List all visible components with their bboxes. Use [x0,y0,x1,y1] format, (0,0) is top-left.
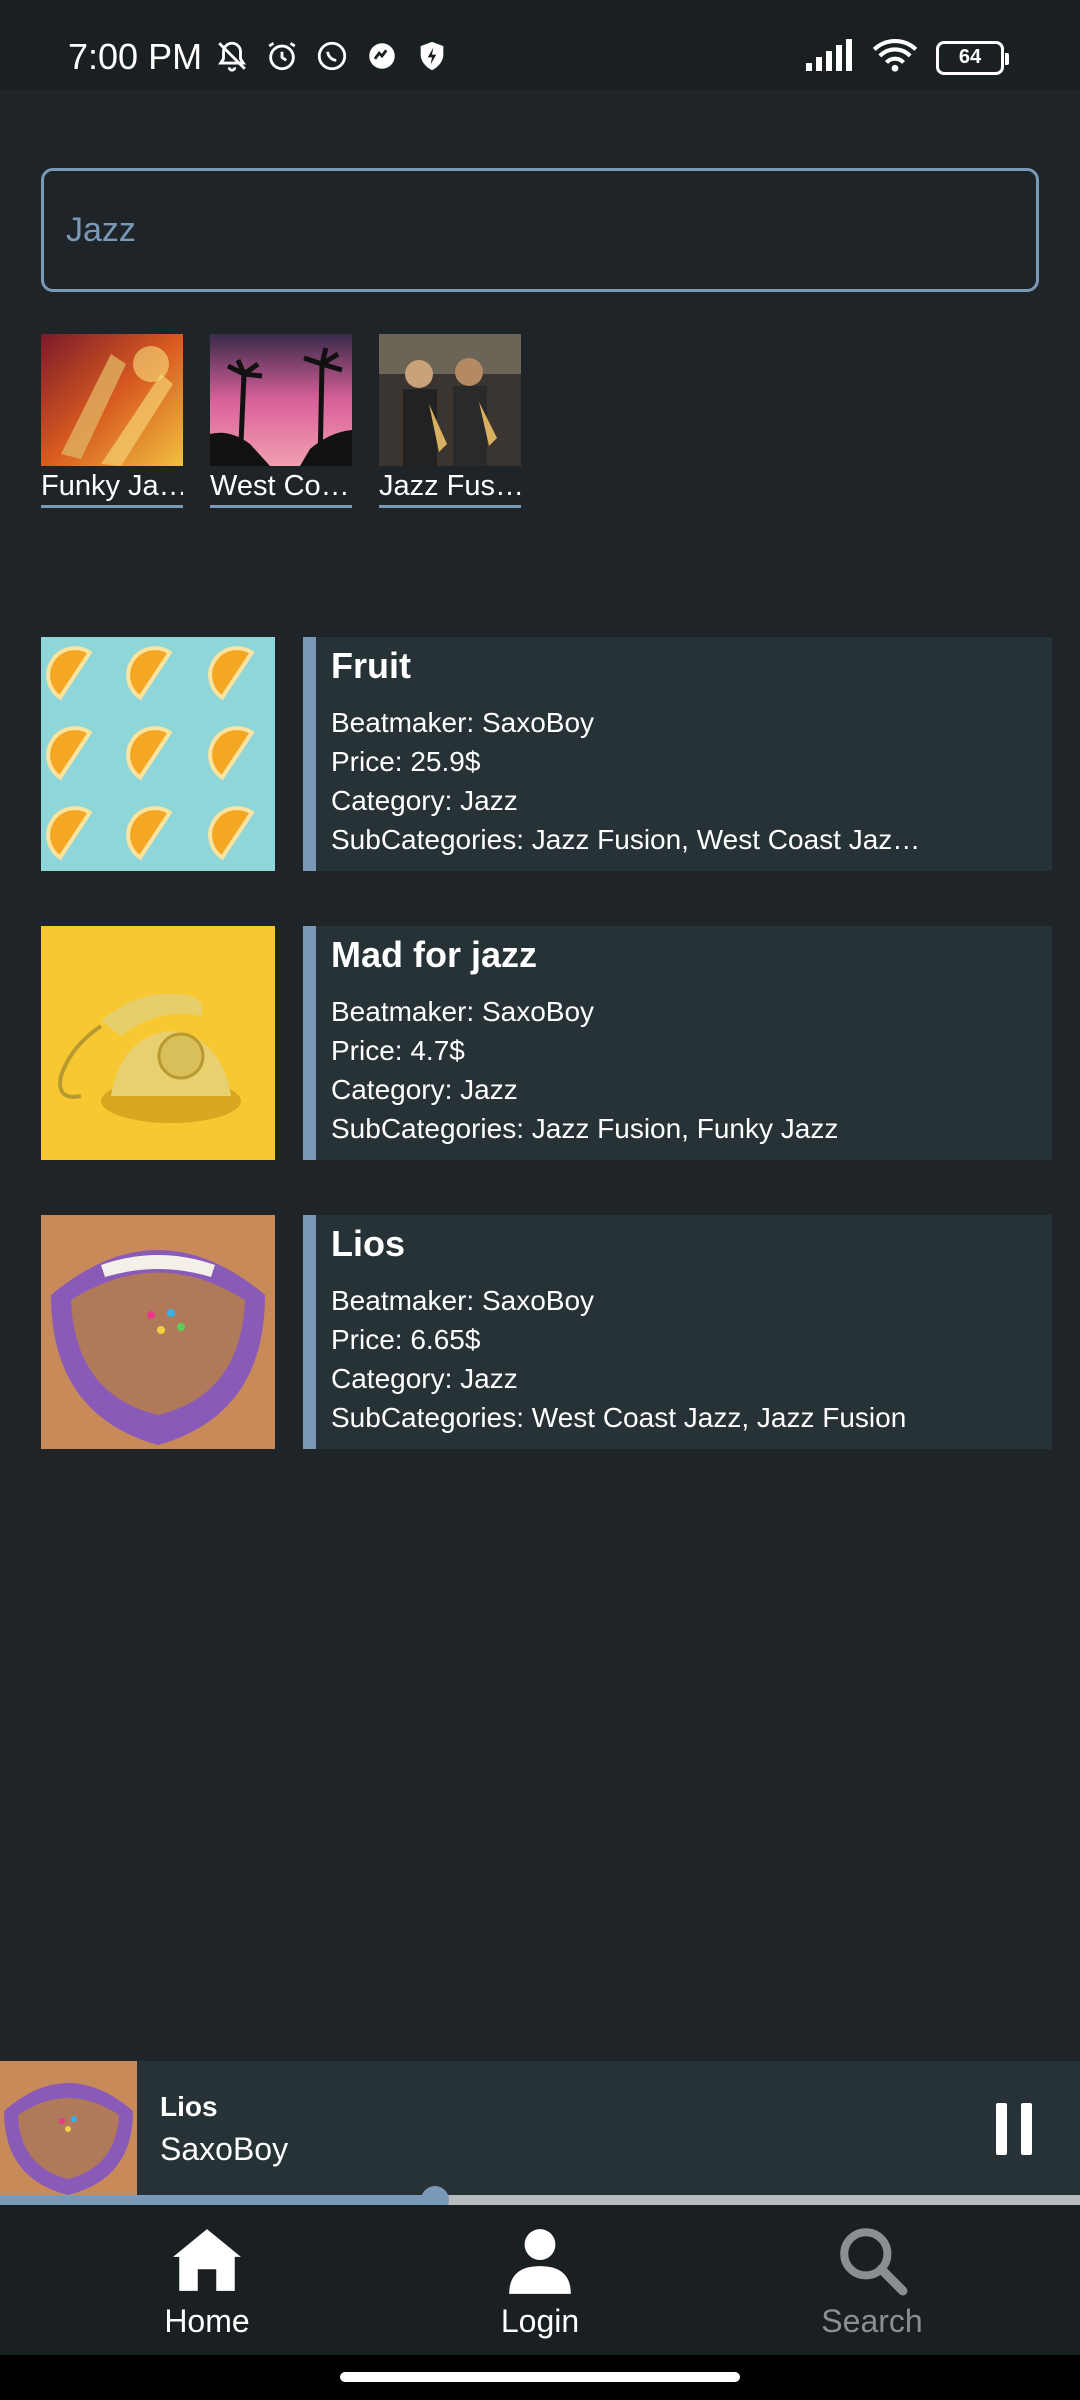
beat-card: Lios Beatmaker: SaxoBoy Price: 6.65$ Cat… [303,1215,1052,1449]
beat-item-fruit[interactable]: Fruit Beatmaker: SaxoBoy Price: 25.9$ Ca… [41,637,1052,871]
shield-bolt-icon [414,38,450,74]
progress-fill [0,2195,436,2205]
subcategory-chip-jazz-fusion[interactable]: Jazz Fus… [379,334,521,508]
search-box[interactable] [41,168,1039,292]
nav-login-label: Login [500,2303,580,2339]
beat-beatmaker: Beatmaker: SaxoBoy [331,996,595,1027]
subcategory-list: Funky Ja… West Co… Jazz Fus… [41,334,521,508]
status-bar: 7:00 PM 64 [0,0,1080,90]
player-track-title: Lios [160,2091,218,2122]
beat-category: Category: Jazz [331,1074,518,1105]
pause-icon [996,2103,1007,2155]
beat-price: Price: 6.65$ [331,1324,481,1355]
nav-search[interactable]: Search [772,2223,972,2343]
battery-indicator: 64 [936,40,1009,75]
home-icon [173,2229,241,2291]
beat-price: Price: 4.7$ [331,1035,465,1066]
player-artwork [0,2061,137,2196]
beat-artwork-fruit [41,637,275,871]
notification-icons [214,38,450,74]
signal-icon [806,39,854,76]
person-icon [509,2229,571,2294]
bottom-navigation: Home Login Search [0,2205,1080,2355]
nav-home[interactable]: Home [107,2223,307,2343]
beat-category: Category: Jazz [331,785,518,816]
beat-subcategories: SubCategories: Jazz Fusion, West Coast J… [331,824,921,855]
nav-home-label: Home [164,2303,250,2339]
beat-title: Lios [331,1223,406,1264]
subcategory-label: West Co… [210,470,350,502]
alarm-clock-icon [264,38,300,74]
beat-artwork-lios [41,1215,275,1449]
subcategory-label: Funky Ja… [41,470,183,502]
beat-beatmaker: Beatmaker: SaxoBoy [331,1285,595,1316]
gesture-handle[interactable] [340,2372,740,2382]
nav-search-label: Search [821,2303,923,2339]
subcategory-label: Jazz Fus… [379,470,521,502]
beat-price: Price: 25.9$ [331,746,481,777]
status-time: 7:00 PM [68,36,203,77]
beat-subcategories: SubCategories: West Coast Jazz, Jazz Fus… [331,1402,907,1433]
subcategory-image-jazz-fusion [379,334,521,466]
beat-card: Fruit Beatmaker: SaxoBoy Price: 25.9$ Ca… [303,637,1052,871]
beat-title: Mad for jazz [331,934,538,975]
messenger-icon [364,38,400,74]
beat-card: Mad for jazz Beatmaker: SaxoBoy Price: 4… [303,926,1052,1160]
player-artist: SaxoBoy [160,2131,289,2167]
mini-player[interactable]: Lios SaxoBoy [0,2061,1080,2196]
search-input[interactable] [64,171,1004,289]
beat-category: Category: Jazz [331,1363,518,1394]
alarm-off-icon [214,38,250,74]
beat-subcategories: SubCategories: Jazz Fusion, Funky Jazz [331,1113,839,1144]
beat-artwork-mad-for-jazz [41,926,275,1160]
subcategory-image-funky-jazz [41,334,183,466]
subcategory-chip-west-coast-jazz[interactable]: West Co… [210,334,352,508]
wifi-icon [872,38,918,77]
beat-title: Fruit [331,645,411,686]
subcategory-image-west-coast-jazz [210,334,352,466]
playback-progress-bar[interactable] [0,2186,1080,2214]
whatsapp-icon [314,38,350,74]
beat-beatmaker: Beatmaker: SaxoBoy [331,707,595,738]
beat-item-mad-for-jazz[interactable]: Mad for jazz Beatmaker: SaxoBoy Price: 4… [41,926,1052,1160]
beat-item-lios[interactable]: Lios Beatmaker: SaxoBoy Price: 6.65$ Cat… [41,1215,1052,1449]
pause-button[interactable] [996,2103,1032,2155]
system-icons: 64 [806,38,1009,77]
search-icon [840,2228,908,2296]
nav-login[interactable]: Login [440,2223,640,2343]
subcategory-chip-funky-jazz[interactable]: Funky Ja… [41,334,183,508]
